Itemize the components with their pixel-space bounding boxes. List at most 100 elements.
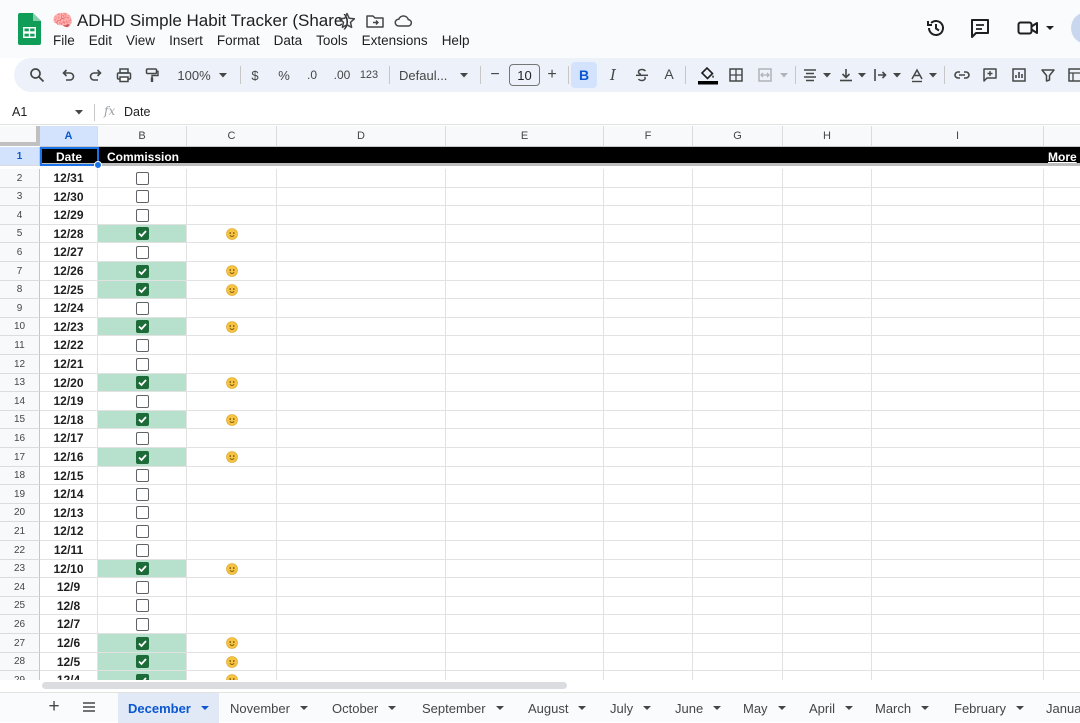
empty-cell[interactable] [1044,578,1080,597]
empty-cell[interactable] [872,355,1044,374]
commission-cell[interactable] [98,522,187,541]
emoji-cell[interactable] [187,374,277,392]
name-box[interactable]: A1 [12,105,27,119]
sheet-tab-dropdown-icon[interactable] [643,706,652,710]
empty-cell[interactable] [872,411,1044,429]
paint-format-icon[interactable] [142,58,162,92]
borders-icon[interactable] [727,58,745,92]
date-cell[interactable]: 12/25 [40,281,98,299]
insert-comment-icon[interactable] [981,58,999,92]
empty-cell[interactable] [1044,262,1080,281]
commission-cell[interactable] [98,467,187,485]
empty-cell[interactable] [446,206,604,225]
commission-cell[interactable] [98,671,187,680]
undo-icon[interactable] [58,58,78,92]
increase-font-size-button[interactable]: + [545,58,559,92]
empty-cell[interactable] [872,318,1044,336]
column-header-a[interactable]: A [40,126,98,147]
menu-insert[interactable]: Insert [169,33,208,48]
empty-cell[interactable] [446,653,604,671]
empty-cell[interactable] [604,541,693,560]
empty-cell[interactable] [277,634,446,653]
date-cell[interactable]: 12/6 [40,634,98,653]
empty-cell[interactable] [1044,448,1080,467]
empty-cell[interactable] [604,411,693,429]
date-cell[interactable]: 12/13 [40,504,98,522]
bold-button[interactable]: B [571,62,597,88]
empty-cell[interactable] [446,411,604,429]
checkbox-unchecked[interactable] [135,469,149,482]
empty-cell[interactable] [1044,485,1080,504]
name-box-dropdown-icon[interactable] [75,110,83,115]
move-folder-icon[interactable] [365,11,385,31]
empty-cell[interactable] [872,467,1044,485]
row-header[interactable]: 17 [0,448,40,467]
zoom-dropdown-icon[interactable] [219,73,227,78]
empty-cell[interactable] [604,169,693,188]
column-header-f[interactable]: F [604,126,693,147]
column-header-h[interactable]: H [783,126,872,147]
redo-icon[interactable] [86,58,106,92]
font-dropdown-icon[interactable] [460,73,468,78]
row-header[interactable]: 25 [0,597,40,615]
italic-button[interactable]: I [605,58,621,92]
date-cell[interactable]: 12/11 [40,541,98,560]
vertical-align-icon[interactable] [838,58,854,92]
checkbox-unchecked[interactable] [135,301,149,315]
formula-input[interactable]: Date [124,105,150,119]
empty-cell[interactable] [1044,188,1080,206]
empty-cell[interactable] [604,597,693,615]
menu-help[interactable]: Help [442,33,475,48]
column-header-i[interactable]: I [872,126,1044,147]
empty-cell[interactable] [1044,355,1080,374]
empty-cell[interactable] [693,615,783,634]
commission-cell[interactable] [98,374,187,392]
sheet-tab-october[interactable]: October [322,693,402,723]
empty-cell[interactable] [277,392,446,411]
row-header[interactable]: 15 [0,411,40,429]
empty-cell[interactable] [872,299,1044,318]
number-format-button[interactable]: 123 [358,58,380,92]
sheet-tab-november[interactable]: November [220,693,314,723]
empty-cell[interactable] [872,448,1044,467]
merge-cells-icon[interactable] [756,58,774,92]
empty-cell[interactable] [783,522,872,541]
empty-cell[interactable] [1044,281,1080,299]
empty-cell[interactable] [604,634,693,653]
commission-cell[interactable] [98,411,187,429]
menu-tools[interactable]: Tools [316,33,353,48]
date-cell[interactable]: 12/10 [40,560,98,578]
empty-cell[interactable] [277,336,446,355]
commission-cell[interactable] [98,504,187,522]
empty-cell[interactable] [693,411,783,429]
emoji-cell[interactable] [187,336,277,355]
halign-dropdown-icon[interactable] [823,73,831,78]
checkbox-unchecked[interactable] [135,190,149,203]
emoji-cell[interactable] [187,243,277,262]
empty-cell[interactable] [277,411,446,429]
checkbox-unchecked[interactable] [135,394,149,408]
emoji-cell[interactable] [187,467,277,485]
empty-cell[interactable] [1044,243,1080,262]
empty-cell[interactable] [783,597,872,615]
empty-cell[interactable] [277,504,446,522]
empty-cell[interactable] [446,448,604,467]
empty-cell[interactable] [1044,374,1080,392]
empty-cell[interactable] [1044,467,1080,485]
sheet-tab-dropdown-icon[interactable] [578,706,587,710]
emoji-cell[interactable] [187,299,277,318]
empty-cell[interactable] [277,560,446,578]
header-commission-cell[interactable]: Commission [107,147,179,166]
empty-cell[interactable] [1044,504,1080,522]
row-header[interactable]: 22 [0,541,40,560]
commission-cell[interactable] [98,578,187,597]
empty-cell[interactable] [1044,206,1080,225]
filter-icon[interactable] [1039,58,1057,92]
insert-chart-icon[interactable] [1010,58,1028,92]
row-header[interactable]: 20 [0,504,40,522]
empty-cell[interactable] [277,169,446,188]
empty-cell[interactable] [872,374,1044,392]
empty-cell[interactable] [1044,634,1080,653]
empty-cell[interactable] [1044,597,1080,615]
commission-cell[interactable] [98,485,187,504]
